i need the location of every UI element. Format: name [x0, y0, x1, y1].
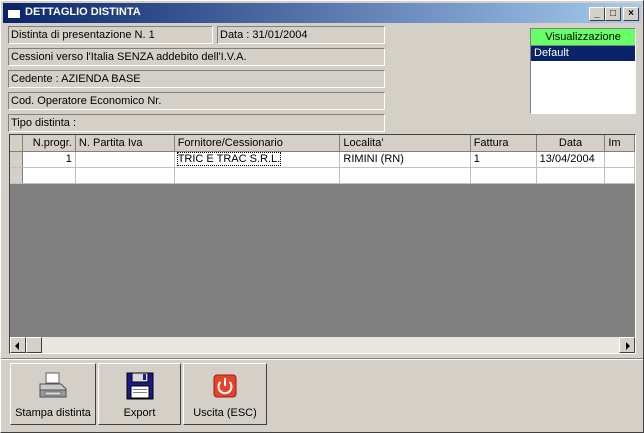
- minimize-button[interactable]: _: [589, 7, 605, 21]
- cod-operatore-label: Cod. Operatore Economico Nr.: [8, 92, 385, 110]
- maximize-button[interactable]: □: [605, 7, 621, 21]
- power-icon: [213, 374, 237, 398]
- cell-empty[interactable]: [339, 167, 471, 184]
- cell-empty[interactable]: [174, 167, 341, 184]
- horizontal-scrollbar[interactable]: [10, 337, 635, 353]
- uscita-label: Uscita (ESC): [193, 407, 257, 419]
- uscita-button[interactable]: Uscita (ESC): [183, 363, 267, 425]
- cell-importo[interactable]: [604, 151, 635, 168]
- floppy-disk-icon: [126, 372, 153, 400]
- printer-icon: [39, 372, 67, 398]
- title-bar[interactable]: DETTAGLIO DISTINTA _ □ ×: [3, 3, 641, 23]
- cell-empty[interactable]: [22, 167, 76, 184]
- tipo-distinta-label: Tipo distinta :: [8, 114, 385, 132]
- cell-empty[interactable]: [604, 167, 635, 184]
- cessioni-label: Cessioni verso l'Italia SENZA addebito d…: [8, 48, 385, 66]
- row-selector-header: [10, 135, 24, 152]
- column-header-nprogr[interactable]: N.progr.: [22, 135, 76, 152]
- scroll-thumb[interactable]: [26, 337, 42, 353]
- window-title: DETTAGLIO DISTINTA: [25, 6, 141, 18]
- stampa-distinta-button[interactable]: Stampa distinta: [10, 363, 96, 425]
- cell-fattura[interactable]: 1: [470, 151, 537, 168]
- column-header-localita[interactable]: Localita': [339, 135, 471, 152]
- arrow-left-icon: [15, 342, 19, 350]
- stampa-distinta-label: Stampa distinta: [15, 407, 91, 419]
- distinta-number: Distinta di presentazione N. 1: [8, 26, 213, 44]
- scroll-right-button[interactable]: [619, 337, 635, 353]
- export-button[interactable]: Export: [98, 363, 181, 425]
- arrow-right-icon: [626, 342, 630, 350]
- cell-localita[interactable]: RIMINI (RN): [339, 151, 471, 168]
- row-selector[interactable]: [10, 167, 24, 184]
- distinta-date: Data : 31/01/2004: [217, 26, 385, 44]
- column-header-data[interactable]: Data: [536, 135, 606, 152]
- cell-empty[interactable]: [536, 167, 606, 184]
- cell-data[interactable]: 13/04/2004: [536, 151, 606, 168]
- column-header-fattura[interactable]: Fattura: [470, 135, 537, 152]
- scroll-left-button[interactable]: [10, 337, 26, 353]
- cell-fornitore[interactable]: TRIC E TRAC S.R.L.: [174, 151, 341, 168]
- grid-table: N.progr. N. Partita Iva Fornitore/Cessio…: [10, 135, 635, 184]
- cell-partita-iva[interactable]: [75, 151, 175, 168]
- visualizzazione-item-default[interactable]: Default: [531, 46, 635, 61]
- cell-empty[interactable]: [470, 167, 537, 184]
- column-header-fornitore[interactable]: Fornitore/Cessionario: [174, 135, 341, 152]
- toolbar-separator: [1, 358, 643, 360]
- column-header-partita-iva[interactable]: N. Partita Iva: [75, 135, 175, 152]
- distinta-grid[interactable]: N.progr. N. Partita Iva Fornitore/Cessio…: [9, 134, 636, 354]
- table-row[interactable]: 1 TRIC E TRAC S.R.L. RIMINI (RN) 1 13/04…: [10, 151, 635, 168]
- cell-empty[interactable]: [75, 167, 175, 184]
- window: DETTAGLIO DISTINTA _ □ × Distinta di pre…: [0, 0, 644, 433]
- close-button[interactable]: ×: [623, 7, 639, 21]
- column-header-importo[interactable]: Im: [604, 135, 635, 152]
- window-icon: [7, 6, 21, 19]
- export-label: Export: [123, 407, 156, 419]
- cell-fornitore-text: TRIC E TRAC S.R.L.: [176, 152, 282, 166]
- visualizzazione-header: Visualizzazione: [531, 29, 635, 46]
- cell-nprogr[interactable]: 1: [22, 151, 76, 168]
- row-selector[interactable]: [10, 151, 24, 168]
- visualizzazione-list[interactable]: Visualizzazione Default: [530, 28, 636, 114]
- table-row-new[interactable]: [10, 167, 635, 184]
- cedente-label: Cedente : AZIENDA BASE: [8, 70, 385, 88]
- grid-header-row: N.progr. N. Partita Iva Fornitore/Cessio…: [10, 135, 635, 152]
